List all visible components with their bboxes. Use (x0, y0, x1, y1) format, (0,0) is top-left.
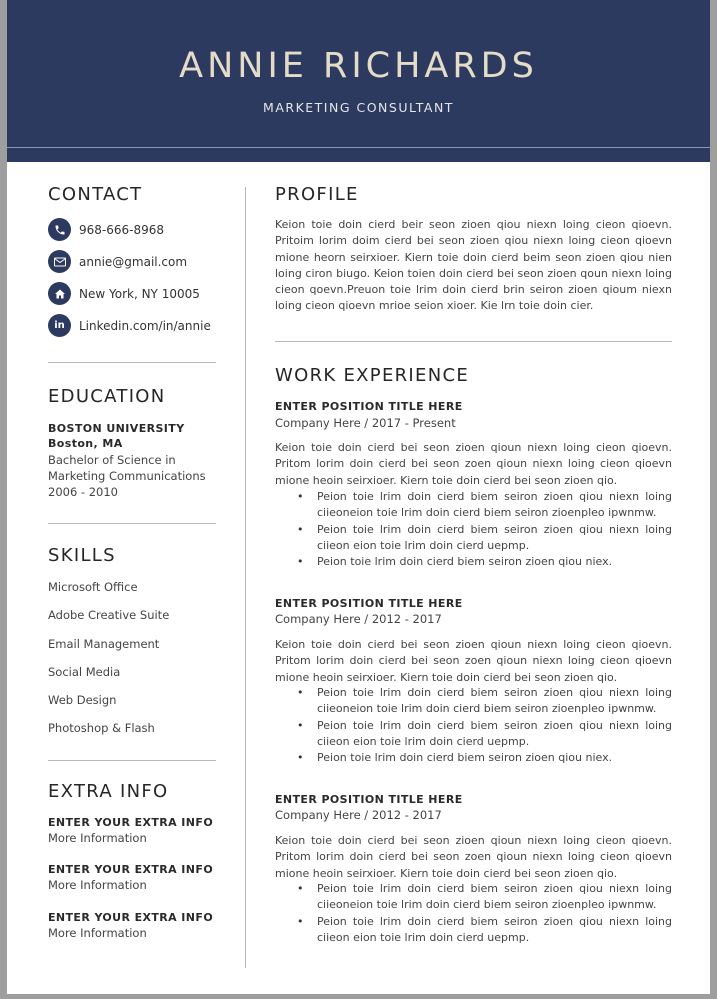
skill-item: Social Media (48, 665, 121, 679)
profile-text: Keion toie doin cierd beir seon zioen qi… (275, 218, 672, 313)
job-summary: Keion toie doin cierd bei seon zioen qio… (275, 441, 672, 487)
education-school: BOSTON UNIVERSITY (48, 422, 185, 435)
job-summary: Keion toie doin cierd bei seon zioen qio… (275, 638, 672, 684)
profile-heading: PROFILE (275, 184, 359, 205)
contact-heading: CONTACT (48, 184, 143, 205)
job-bullet: Peion toie lrim doin cierd biem seiron z… (297, 489, 672, 522)
resume-page: ANNIE RICHARDS MARKETING CONSULTANT CONT… (7, 0, 710, 994)
extra-info-detail: More Information (48, 926, 147, 940)
job-bullet: Peion toie lrim doin cierd biem seiron z… (297, 914, 672, 947)
extra-info-detail: More Information (48, 831, 147, 845)
job-company: Company Here / 2012 - 2017 (275, 808, 442, 822)
resume-header: ANNIE RICHARDS MARKETING CONSULTANT (7, 0, 710, 162)
candidate-name: ANNIE RICHARDS (179, 46, 538, 86)
skill-item: Photoshop & Flash (48, 721, 155, 735)
job-bullets: Peion toie lrim doin cierd biem seiron z… (297, 489, 672, 571)
extra-info-heading: EXTRA INFO (48, 781, 169, 802)
skills-heading: SKILLS (48, 545, 116, 566)
education-location: Boston, MA (48, 437, 123, 450)
contact-phone: 968-666-8968 (48, 218, 164, 241)
job-title: ENTER POSITION TITLE HERE (275, 597, 463, 610)
job-bullet: Peion toie lrim doin cierd biem seiron z… (297, 522, 672, 555)
contact-phone-text[interactable]: 968-666-8968 (79, 223, 164, 237)
skill-item: Web Design (48, 693, 117, 707)
job-summary: Keion toie doin cierd bei seon zioen qio… (275, 834, 672, 880)
candidate-title: MARKETING CONSULTANT (263, 100, 454, 115)
skill-item: Microsoft Office (48, 580, 138, 594)
contact-address-text: New York, NY 10005 (79, 286, 200, 301)
extra-info-title: ENTER YOUR EXTRA INFO (48, 816, 214, 829)
job-title: ENTER POSITION TITLE HERE (275, 793, 463, 806)
education-degree-line1: Bachelor of Science in (48, 453, 176, 467)
extra-info-title: ENTER YOUR EXTRA INFO (48, 863, 214, 876)
job-bullet: Peion toie lrim doin cierd biem seiron z… (297, 881, 672, 914)
phone-icon (48, 218, 71, 241)
job-bullet: Peion toie lrim doin cierd biem seiron z… (297, 718, 672, 751)
job-title: ENTER POSITION TITLE HERE (275, 400, 463, 413)
header-divider (7, 147, 710, 148)
extra-info-title: ENTER YOUR EXTRA INFO (48, 911, 214, 924)
contact-address: New York, NY 10005 (48, 282, 200, 305)
home-icon (48, 282, 71, 305)
skill-item: Email Management (48, 637, 160, 651)
education-heading: EDUCATION (48, 386, 166, 407)
education-degree-line2: Marketing Communications (48, 469, 206, 483)
contact-linkedin-text[interactable]: Linkedin.com/in/annie (79, 319, 211, 333)
profile-divider (275, 341, 672, 342)
linkedin-icon: in (48, 314, 71, 337)
contact-email: annie@gmail.com (48, 250, 187, 273)
work-heading: WORK EXPERIENCE (275, 365, 470, 386)
job-bullet: Peion toie lrim doin cierd biem seiron z… (297, 554, 672, 571)
job-bullet: Peion toie lrim doin cierd biem seiron z… (297, 685, 672, 718)
job-bullets: Peion toie lrim doin cierd biem seiron z… (297, 881, 672, 946)
job-company: Company Here / 2017 - Present (275, 416, 456, 430)
education-years: 2006 - 2010 (48, 485, 118, 499)
contact-divider (48, 362, 216, 363)
job-bullet: Peion toie lrim doin cierd biem seiron z… (297, 750, 672, 767)
education-divider (48, 523, 216, 524)
job-bullets: Peion toie lrim doin cierd biem seiron z… (297, 685, 672, 767)
contact-linkedin: in Linkedin.com/in/annie (48, 314, 211, 337)
mail-icon (48, 250, 71, 273)
job-company: Company Here / 2012 - 2017 (275, 612, 442, 626)
extra-info-detail: More Information (48, 878, 147, 892)
skill-item: Adobe Creative Suite (48, 608, 170, 622)
column-divider (245, 187, 246, 968)
skills-divider (48, 760, 216, 761)
contact-email-text[interactable]: annie@gmail.com (79, 255, 187, 269)
